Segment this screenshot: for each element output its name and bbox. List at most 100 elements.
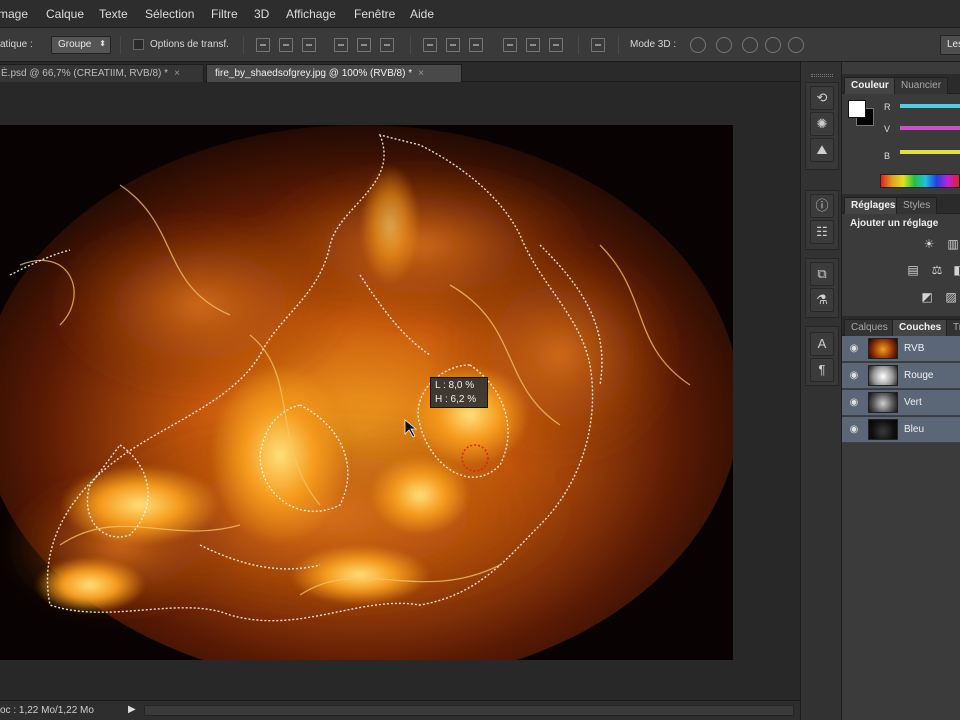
channel-row[interactable]: ◉ Vert — [842, 390, 960, 416]
clone-source-icon[interactable]: ⧉ — [810, 262, 834, 286]
slider-r[interactable] — [900, 104, 960, 108]
channel-name: RVB — [904, 343, 925, 354]
slider-label-r: R — [884, 102, 891, 112]
right-panels: Couleur Nuancier R V B Réglages Styles A… — [842, 62, 960, 720]
align-right-icon[interactable] — [380, 38, 394, 52]
tab-reglages[interactable]: Réglages — [844, 197, 903, 214]
status-menu-arrow-icon[interactable]: ▶ — [128, 704, 138, 716]
tab-calques[interactable]: Calques — [844, 319, 895, 336]
fire-image-canvas[interactable] — [0, 125, 733, 660]
options-bar: atique : Groupe ⬍ Options de transf. Mod… — [0, 28, 960, 62]
distribute-hcenter-icon[interactable] — [526, 38, 540, 52]
align-bottom-icon[interactable] — [302, 38, 316, 52]
channel-row[interactable]: ◉ Bleu — [842, 417, 960, 443]
color-spectrum-ramp[interactable] — [880, 174, 960, 188]
align-vcenter-icon[interactable] — [279, 38, 293, 52]
close-icon[interactable]: × — [174, 68, 180, 79]
dropdown-arrow-icon: ⬍ — [99, 39, 106, 48]
distribute-left-icon[interactable] — [503, 38, 517, 52]
channel-row[interactable]: ◉ RVB — [842, 336, 960, 362]
essentials-button[interactable]: Les — [940, 35, 960, 55]
distribute-top-icon[interactable] — [423, 38, 437, 52]
tab-couches[interactable]: Couches — [892, 319, 949, 336]
color-panel-tabs: Couleur Nuancier — [842, 74, 960, 94]
black-white-icon[interactable]: ◧ — [952, 263, 960, 277]
character-icon[interactable]: A — [810, 332, 834, 356]
gradient-map-icon[interactable]: ▨ — [944, 290, 958, 304]
navigator-icon[interactable]: ⛰ — [810, 138, 834, 162]
properties-icon[interactable]: ☷ — [810, 220, 834, 244]
distribute-right-icon[interactable] — [549, 38, 563, 52]
channels-panel-tabs: Calques Couches Tr — [842, 316, 960, 336]
channel-row[interactable]: ◉ Rouge — [842, 363, 960, 389]
channel-thumbnail — [868, 365, 898, 386]
brush-settings-icon[interactable]: ✺ — [810, 112, 834, 136]
dock-grip[interactable] — [811, 74, 833, 77]
foreground-color-swatch[interactable] — [848, 100, 866, 118]
panel-icon-dock: ⟲ ✺ ⛰ ⓘ ☷ ⧉ ⚗ A ¶ — [800, 62, 842, 720]
align-top-icon[interactable] — [256, 38, 270, 52]
tooltip-width: L : 8,0 % — [435, 380, 475, 391]
channel-thumbnail — [868, 338, 898, 359]
drag-3d-icon[interactable] — [742, 37, 758, 53]
align-hcenter-icon[interactable] — [357, 38, 371, 52]
menu-filtre[interactable]: Filtre — [211, 7, 238, 21]
eye-icon[interactable]: ◉ — [848, 397, 860, 409]
horizontal-scrollbar[interactable] — [144, 705, 794, 716]
menu-aide[interactable]: Aide — [410, 7, 434, 21]
menu-affichage[interactable]: Affichage — [286, 7, 336, 21]
hue-saturation-icon[interactable]: ▤ — [906, 263, 920, 277]
slider-label-b: B — [884, 151, 891, 161]
auto-select-dropdown[interactable]: Groupe ⬍ — [51, 36, 111, 54]
menu-calque[interactable]: Calque — [46, 7, 84, 21]
adjust-panel-tabs: Réglages Styles — [842, 194, 960, 214]
canvas-workspace[interactable]: L : 8,0 % H : 6,2 % — [0, 82, 800, 700]
eye-icon[interactable]: ◉ — [848, 370, 860, 382]
tab-fire-jpg[interactable]: fire_by_shaedsofgrey.jpg @ 100% (RVB/8) … — [206, 64, 462, 82]
brightness-icon[interactable]: ☀ — [922, 237, 936, 251]
menu-selection[interactable]: Sélection — [145, 7, 194, 21]
align-left-icon[interactable] — [334, 38, 348, 52]
info-icon[interactable]: ⓘ — [810, 194, 834, 218]
channel-thumbnail — [868, 392, 898, 413]
scale-3d-icon[interactable] — [788, 37, 804, 53]
slider-label-v: V — [884, 124, 891, 134]
mode-3d-label: Mode 3D : — [630, 39, 677, 50]
transform-controls-checkbox[interactable] — [133, 39, 144, 50]
auto-align-icon[interactable] — [591, 38, 605, 52]
tooltip-height: H : 6,2 % — [435, 394, 477, 405]
roll-3d-icon[interactable] — [716, 37, 732, 53]
slide-3d-icon[interactable] — [765, 37, 781, 53]
tab-nuancier[interactable]: Nuancier — [894, 77, 949, 94]
color-balance-icon[interactable]: ⚖ — [930, 263, 944, 277]
menu-texte[interactable]: Texte — [99, 7, 128, 21]
eye-icon[interactable]: ◉ — [848, 424, 860, 436]
menu-fenetre[interactable]: Fenêtre — [354, 7, 395, 21]
distribute-vcenter-icon[interactable] — [446, 38, 460, 52]
channels-empty-area — [842, 444, 960, 720]
actions-icon[interactable]: ⚗ — [810, 288, 834, 312]
channel-name: Rouge — [904, 370, 934, 381]
history-icon[interactable]: ⟲ — [810, 86, 834, 110]
rotate-3d-icon[interactable] — [690, 37, 706, 53]
add-adjustment-title: Ajouter un réglage — [850, 218, 939, 229]
status-bar: oc : 1,22 Mo/1,22 Mo ▶ — [0, 700, 800, 720]
paragraph-icon[interactable]: ¶ — [810, 358, 834, 382]
menu-3d[interactable]: 3D — [254, 7, 269, 21]
slider-v[interactable] — [900, 126, 960, 130]
invert-icon[interactable]: ◩ — [920, 290, 934, 304]
slider-b[interactable] — [900, 150, 960, 154]
tab-styles[interactable]: Styles — [896, 197, 938, 214]
separator — [578, 36, 579, 54]
menu-image[interactable]: mage — [0, 7, 28, 21]
eye-icon[interactable]: ◉ — [848, 343, 860, 355]
document-tab-bar: È.psd @ 66,7% (CREATIIM, RVB/8) * × fire_… — [0, 62, 800, 82]
close-icon[interactable]: × — [418, 68, 424, 79]
separator — [120, 36, 121, 54]
distribute-bottom-icon[interactable] — [469, 38, 483, 52]
document-size: oc : 1,22 Mo/1,22 Mo — [0, 705, 94, 716]
tab-couleur[interactable]: Couleur — [844, 77, 896, 94]
tab-creatiim-psd[interactable]: È.psd @ 66,7% (CREATIIM, RVB/8) * × — [0, 64, 204, 82]
tab-trace[interactable]: Tr — [946, 319, 960, 336]
levels-icon[interactable]: ▥ — [946, 237, 960, 251]
